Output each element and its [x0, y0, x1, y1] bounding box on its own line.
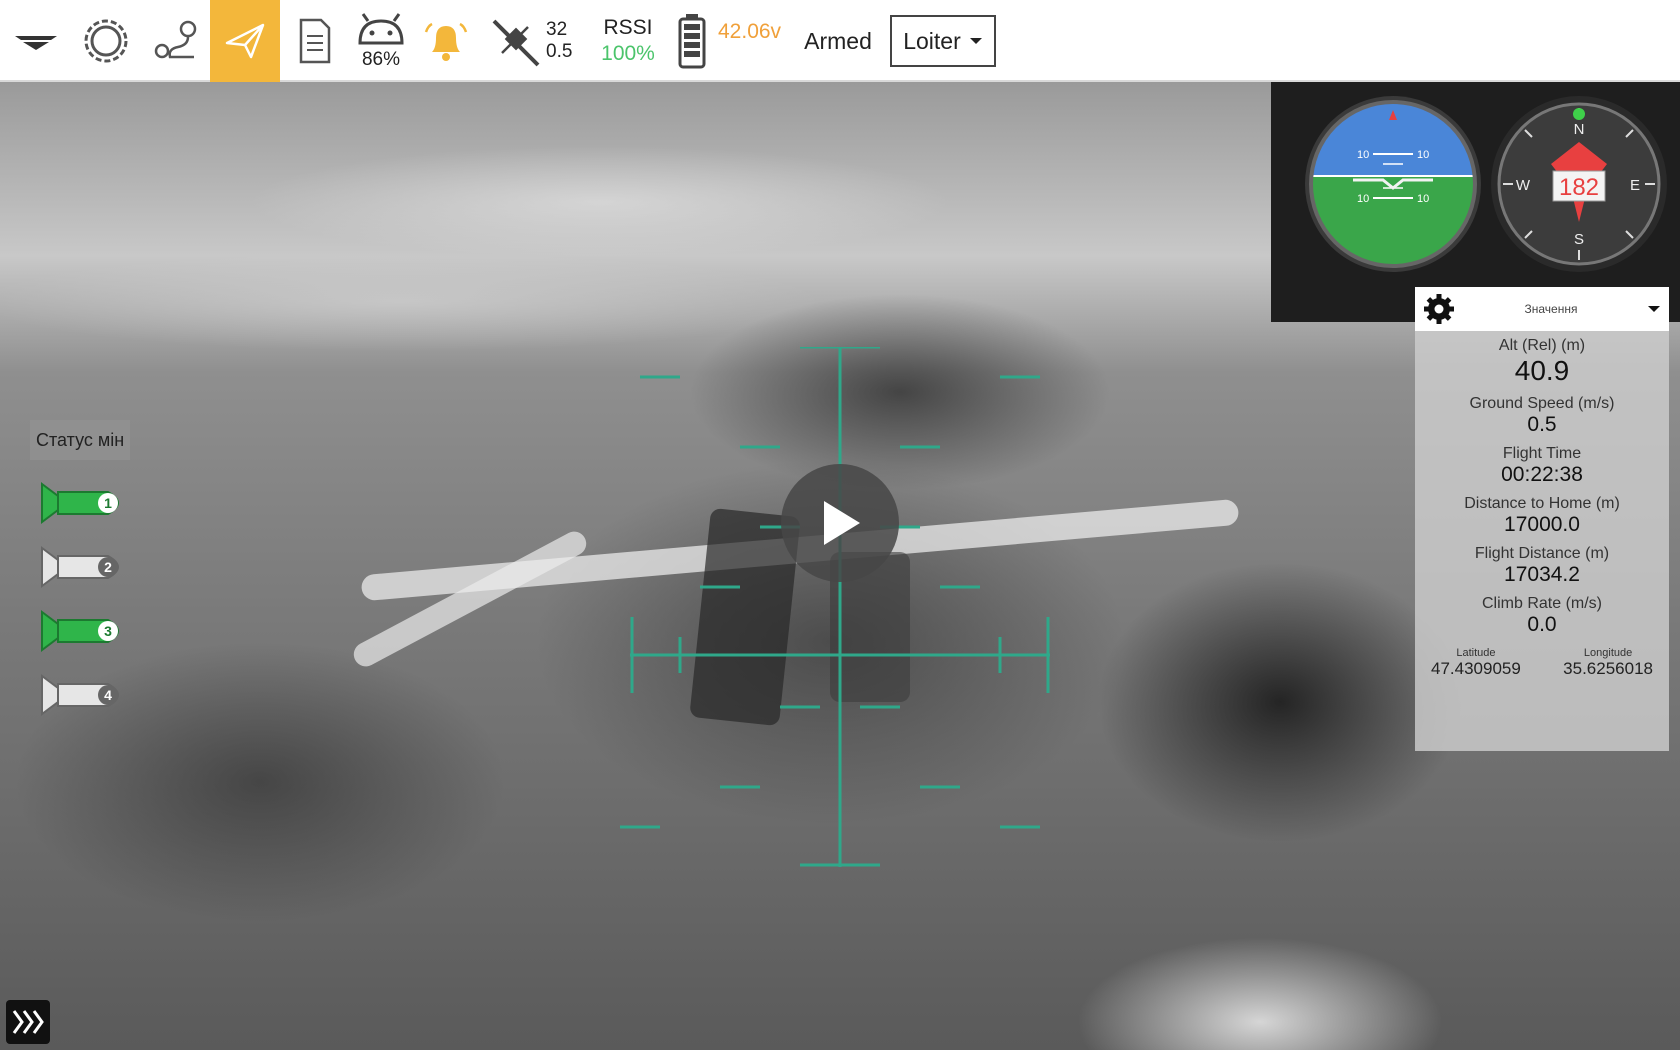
values-panel-title: Значення: [1524, 302, 1578, 316]
battery-percent: 86%: [361, 49, 401, 70]
ground-speed-label: Ground Speed (m/s): [1469, 395, 1615, 412]
play-icon: [824, 501, 860, 545]
mine-2[interactable]: 2: [38, 542, 132, 592]
satellite-icon: [492, 19, 540, 67]
mine-4[interactable]: 4: [38, 670, 132, 720]
mine-2-number: 2: [104, 559, 112, 575]
lat-lon-readout: Latitude 47.4309059 Longitude 35.6256018: [1415, 647, 1669, 679]
climb-rate-label: Climb Rate (m/s): [1481, 595, 1602, 612]
android-icon: [358, 13, 404, 45]
alt-readout: Alt (Rel) (m) 40.9: [1415, 337, 1669, 387]
expand-button[interactable]: [6, 1000, 50, 1044]
arm-status[interactable]: Armed: [800, 0, 876, 82]
distance-home-label: Distance to Home (m): [1464, 495, 1620, 512]
attitude-indicator: 10 10 10 10: [1305, 96, 1481, 272]
document-log-icon: [299, 18, 331, 64]
menu-button[interactable]: [8, 0, 64, 82]
compass-heading: 182: [1559, 174, 1599, 201]
climb-rate-readout: Climb Rate (m/s) 0.0: [1415, 595, 1669, 637]
compass-north-label: N: [1574, 121, 1585, 138]
ground-speed-value: 0.5: [1527, 413, 1557, 436]
compass: N S W E 182: [1491, 96, 1667, 272]
battery-voltage: 42.06v: [718, 20, 782, 43]
targeting-reticle: [620, 347, 1050, 867]
battery-voltage-status[interactable]: 42.06v: [676, 0, 808, 82]
alt-value: 40.9: [1514, 355, 1570, 386]
attitude-tick-label: 10: [1417, 193, 1429, 205]
arm-status-label: Armed: [804, 27, 872, 54]
gear-icon[interactable]: [1423, 293, 1455, 325]
chevron-down-icon[interactable]: [1647, 304, 1661, 314]
latitude-value: 47.4309059: [1431, 659, 1521, 678]
bomb-icon: 1: [41, 482, 119, 524]
mine-status-label: Статус мін: [30, 420, 131, 460]
rssi-label: RSSI: [603, 16, 653, 39]
battery-icon: [678, 14, 706, 69]
play-button[interactable]: [781, 464, 899, 582]
satellites-count: 32: [546, 19, 568, 40]
flight-mode-select[interactable]: Loiter: [890, 15, 996, 67]
flight-distance-readout: Flight Distance (m) 17034.2: [1415, 545, 1669, 587]
flight-time-value: 00:22:38: [1501, 463, 1583, 486]
mine-3[interactable]: 3: [38, 606, 132, 656]
compass-west-label: W: [1516, 177, 1531, 194]
ground-speed-readout: Ground Speed (m/s) 0.5: [1415, 395, 1669, 437]
distance-home-readout: Distance to Home (m) 17000.0: [1415, 495, 1669, 537]
longitude-label: Longitude: [1583, 647, 1633, 659]
chevron-down-icon: [969, 38, 982, 44]
flight-distance-label: Flight Distance (m): [1474, 545, 1610, 562]
attitude-tick-label: 10: [1357, 193, 1369, 205]
rssi-value: 100%: [601, 42, 655, 65]
bell-alert-icon: [424, 22, 468, 61]
flight-distance-value: 17034.2: [1504, 563, 1580, 586]
bomb-icon: 4: [41, 674, 119, 716]
mine-1-number: 1: [104, 495, 112, 511]
attitude-tick-label: 10: [1417, 149, 1429, 161]
distance-home-value: 17000.0: [1504, 513, 1580, 536]
compass-east-label: E: [1630, 177, 1640, 194]
values-panel-header[interactable]: Значення: [1415, 287, 1669, 331]
fly-button[interactable]: [210, 0, 280, 82]
plan-route-icon: [154, 20, 197, 59]
compass-south-label: S: [1574, 231, 1584, 248]
settings-gear-icon: [84, 19, 128, 63]
mine-4-number: 4: [104, 687, 112, 703]
hdop-value: 0.5: [546, 41, 573, 62]
alerts-button[interactable]: [420, 0, 472, 82]
mine-1[interactable]: 1: [38, 478, 132, 528]
attitude-tick-label: 10: [1357, 149, 1369, 161]
gps-status[interactable]: 32 0.5: [488, 0, 580, 82]
rssi-status[interactable]: RSSI 100%: [596, 0, 660, 82]
vehicle-battery-status[interactable]: 86%: [350, 0, 412, 82]
values-panel: Значення Alt (Rel) (m) 40.9 Ground Speed…: [1415, 287, 1669, 751]
alt-label: Alt (Rel) (m): [1498, 337, 1586, 354]
fly-paper-plane-icon: [225, 23, 265, 59]
plan-button[interactable]: [146, 0, 206, 82]
climb-rate-value: 0.0: [1527, 613, 1557, 636]
bomb-icon: 3: [41, 610, 119, 652]
flight-mode-value: Loiter: [903, 27, 961, 54]
longitude-value: 35.6256018: [1563, 659, 1653, 678]
flight-time-label: Flight Time: [1502, 445, 1582, 462]
flight-instruments: 10 10 10 10 N S W E 182: [1271, 82, 1680, 322]
log-button[interactable]: [292, 0, 338, 82]
flight-time-readout: Flight Time 00:22:38: [1415, 445, 1669, 487]
latitude-label: Latitude: [1456, 647, 1496, 659]
expand-chevrons-icon: [12, 1010, 44, 1034]
top-toolbar: 86% 32 0.5 RSSI 100% 42.06v Armed Loiter: [0, 0, 1680, 82]
bomb-icon: 2: [41, 546, 119, 588]
settings-button[interactable]: [76, 0, 136, 82]
menu-icon: [15, 36, 57, 50]
mine-3-number: 3: [104, 623, 112, 639]
